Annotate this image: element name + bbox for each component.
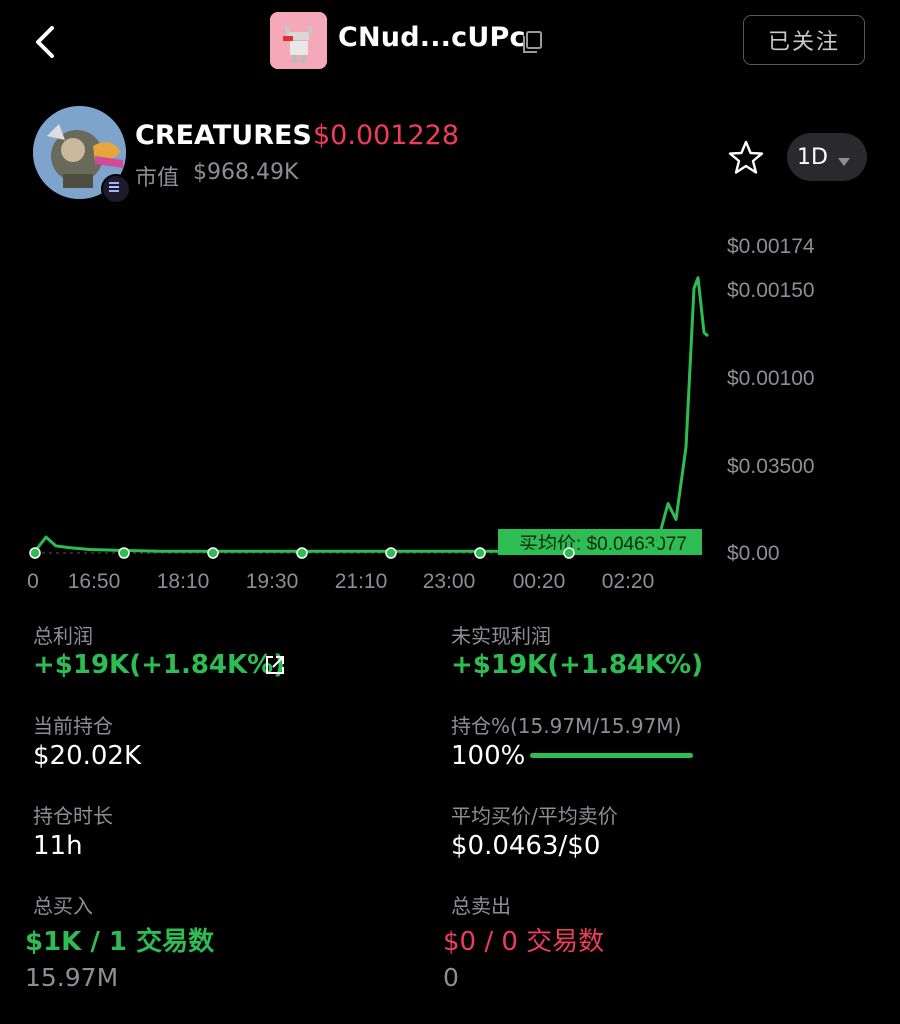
price-chart[interactable]: $0.00174 $0.00150 $0.00100 $0.03500 $0.00 0 1… (0, 220, 900, 610)
token-thumbnail (270, 12, 327, 69)
timeframe-label: 1D (797, 145, 828, 170)
total-buy-label: 总买入 (33, 894, 93, 918)
total-pnl-value: +$19K(+1.84K%) (33, 650, 286, 680)
total-buy-value: $1K / 1 交易数 (25, 927, 215, 957)
total-pnl-label: 总利润 (33, 624, 93, 648)
back-button[interactable] (26, 20, 66, 64)
y-tick-label: $0.00150 (727, 279, 815, 302)
token-address: CNud...cUPc (338, 22, 526, 53)
position-value: $20.02K (33, 741, 142, 771)
y-tick-label: $0.00 (727, 542, 780, 565)
trade-marker[interactable] (474, 547, 486, 559)
x-tick-label: 18:10 (157, 570, 210, 593)
token-price: $0.001228 (313, 120, 460, 151)
trade-marker[interactable] (563, 547, 575, 559)
star-icon[interactable] (727, 139, 765, 177)
trade-marker[interactable] (296, 547, 308, 559)
price-series (29, 276, 709, 559)
y-axis: $0.00174 $0.00150 $0.00100 $0.03500 $0.00 (727, 235, 815, 565)
trade-marker[interactable] (118, 547, 130, 559)
hold-time-label: 持仓时长 (33, 804, 113, 828)
y-tick-label: $0.00100 (727, 367, 815, 390)
caret-down-icon (837, 152, 851, 166)
x-axis: 0 16:50 18:10 19:30 21:10 23:00 00:20 02:20 (27, 570, 654, 593)
hold-percent-bar (530, 753, 693, 758)
total-sell-amount: 0 (443, 963, 459, 992)
x-tick-label: 0 (27, 570, 39, 593)
trade-marker[interactable] (29, 547, 41, 559)
copy-icon[interactable] (520, 30, 544, 54)
hold-time-value: 11h (33, 831, 83, 861)
trade-marker[interactable] (385, 547, 397, 559)
trade-marker[interactable] (207, 547, 219, 559)
x-tick-label: 23:00 (423, 570, 476, 593)
total-sell-value: $0 / 0 交易数 (443, 927, 605, 957)
token-name: CREATURES (135, 120, 312, 151)
unrealized-pnl-label: 未实现利润 (451, 624, 551, 648)
x-tick-label: 21:10 (335, 570, 388, 593)
x-tick-label: 02:20 (602, 570, 655, 593)
y-tick-label: $0.00174 (727, 235, 815, 258)
position-label: 当前持仓 (33, 714, 113, 738)
solana-chain-icon (101, 174, 131, 204)
chevron-left-icon (36, 26, 54, 58)
y-tick-label: $0.03500 (727, 455, 815, 478)
follow-button[interactable]: 已关注 (743, 15, 865, 65)
hold-percent-value: 100% (451, 741, 526, 771)
external-link-icon[interactable] (264, 654, 286, 676)
avg-price-value: $0.0463/$0 (451, 831, 601, 861)
x-tick-label: 19:30 (246, 570, 299, 593)
x-tick-label: 16:50 (68, 570, 121, 593)
avg-price-label: 平均买价/平均卖价 (451, 804, 618, 828)
market-cap-value: $968.49K (193, 160, 299, 185)
total-buy-amount: 15.97M (25, 963, 119, 992)
unrealized-pnl-value: +$19K(+1.84K%) (451, 650, 704, 680)
hold-percent-label: 持仓%(15.97M/15.97M) (451, 714, 682, 738)
market-cap-label: 市值 (135, 166, 180, 191)
price-line (33, 276, 709, 553)
total-sell-label: 总卖出 (451, 894, 511, 918)
x-tick-label: 00:20 (513, 570, 566, 593)
